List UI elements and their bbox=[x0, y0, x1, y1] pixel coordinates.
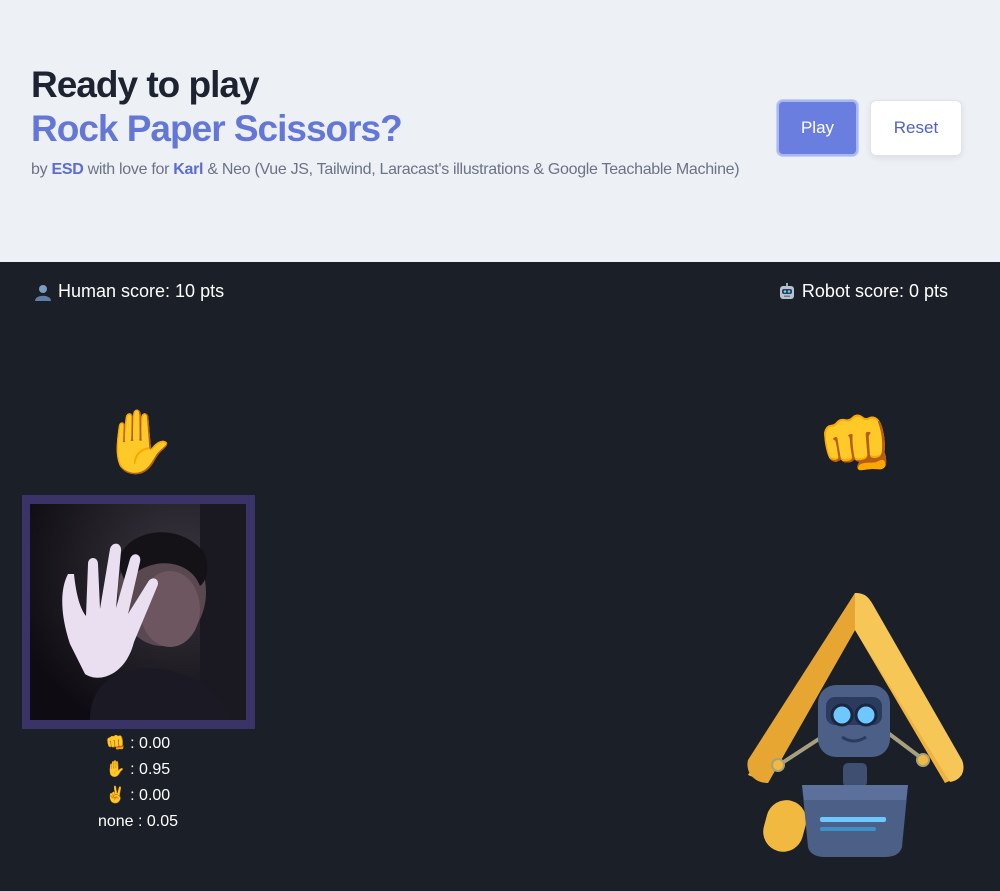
robot-illustration bbox=[740, 585, 970, 865]
prediction-scissors: ✌️ : 0.00 bbox=[105, 787, 171, 804]
credits-dedicatee: Karl bbox=[173, 161, 204, 178]
prediction-paper: ✋ : 0.95 bbox=[105, 761, 171, 778]
page-subtitle: Rock Paper Scissors? bbox=[31, 108, 403, 149]
webcam-feed bbox=[30, 504, 246, 720]
credits-middle: with love for bbox=[87, 161, 170, 178]
human-gesture-icon: ✋ bbox=[100, 408, 178, 477]
webcam-image bbox=[30, 504, 246, 720]
reset-button[interactable]: Reset bbox=[870, 100, 962, 156]
play-button[interactable]: Play bbox=[777, 100, 858, 156]
header: Ready to play Rock Paper Scissors? by ES… bbox=[0, 0, 1000, 262]
credits-suffix: & Neo (Vue JS, Tailwind, Laracast's illu… bbox=[207, 161, 740, 178]
human-score: Human score: 10 pts bbox=[34, 281, 224, 302]
credits-line: by ESD with love for Karl & Neo (Vue JS,… bbox=[31, 161, 740, 179]
robot-face-icon bbox=[779, 282, 794, 299]
robot-score-label: Robot score: 0 pts bbox=[801, 281, 948, 301]
robot-score: Robot score: 0 pts bbox=[778, 281, 948, 302]
human-score-label: Human score: 10 pts bbox=[58, 281, 225, 301]
credits-author: ESD bbox=[51, 161, 84, 178]
robot-gesture-icon: 👊 bbox=[817, 410, 895, 479]
prediction-none: none : 0.05 bbox=[97, 813, 179, 830]
credits-prefix: by bbox=[31, 161, 48, 178]
prediction-list: 👊 : 0.00 ✋ : 0.95 ✌️ : 0.00 none : 0.05 bbox=[60, 731, 216, 835]
robot-mascot-image bbox=[747, 593, 964, 857]
bust-in-silhouette-icon bbox=[35, 284, 51, 301]
webcam-frame bbox=[22, 495, 255, 729]
prediction-rock: 👊 : 0.00 bbox=[105, 735, 171, 752]
page-title: Ready to play bbox=[31, 64, 260, 105]
